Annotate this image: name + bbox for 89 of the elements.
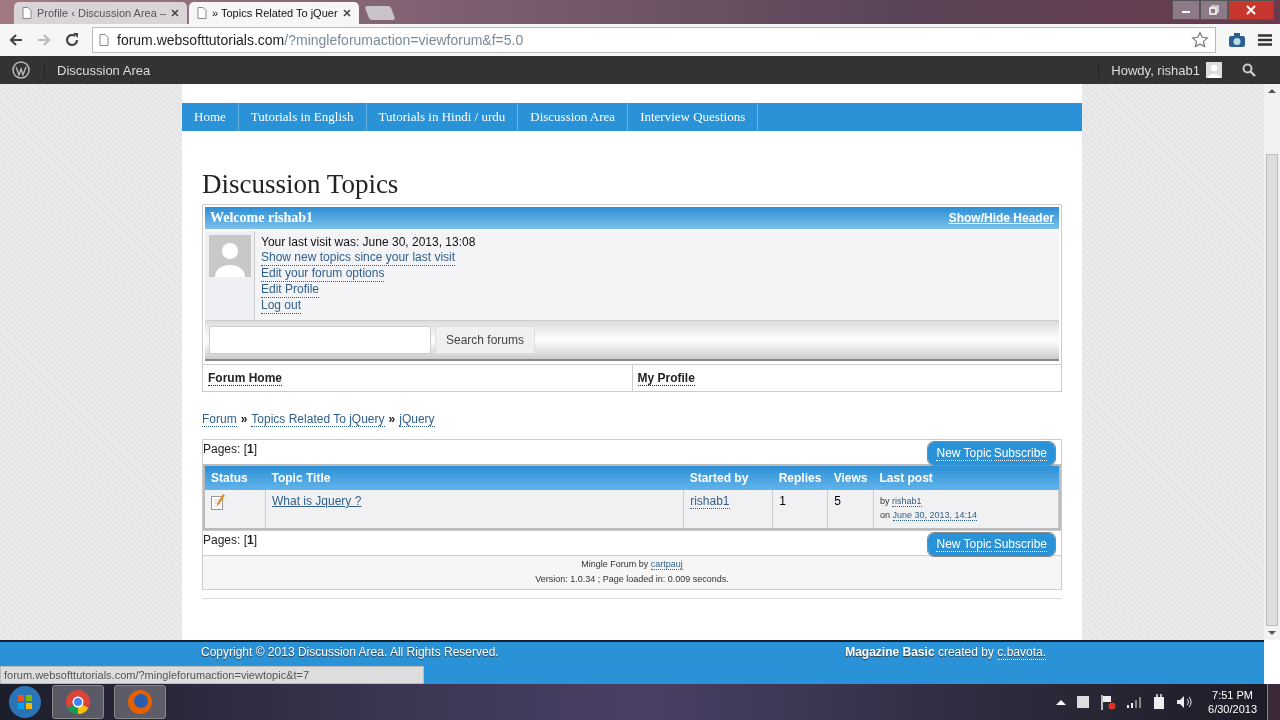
browser-circle-icon <box>65 689 91 715</box>
forum-action-link[interactable]: New Topic <box>936 446 992 461</box>
pages-label: Pages: [1] <box>203 441 258 456</box>
breadcrumb-separator: » <box>388 412 396 426</box>
last-post-date-link[interactable]: June 30, 2013, 14:14 <box>892 510 978 521</box>
theme-name: Magazine Basic <box>845 645 935 659</box>
column-header: Views <box>827 466 874 490</box>
caret-icon[interactable] <box>1056 699 1067 705</box>
search-button[interactable]: Search forums <box>435 326 536 354</box>
last-visit-text: Your last visit was: June 30, 2013, 13:08 <box>261 235 476 250</box>
speaker-icon[interactable] <box>1176 695 1193 709</box>
copyright-text: Copyright © 2013 Discussion Area. All Rights Reserved. <box>201 645 499 659</box>
column-header: Started by <box>683 466 773 490</box>
avatar-icon <box>1206 62 1222 78</box>
close-icon[interactable] <box>342 9 351 17</box>
minimize-button[interactable] <box>1172 0 1200 20</box>
breadcrumb-link[interactable]: Topics Related To jQuery <box>251 412 385 427</box>
column-header: Last post <box>873 466 1059 490</box>
quick-link[interactable]: Forum Home <box>208 371 282 386</box>
signal-icon[interactable] <box>1126 695 1143 709</box>
nav-link[interactable]: Home <box>182 103 239 131</box>
last-post-author-link[interactable]: rishab1 <box>892 496 922 507</box>
restore-button[interactable] <box>1200 0 1228 20</box>
new-tab-button[interactable] <box>364 6 396 20</box>
star-icon[interactable] <box>1191 31 1209 49</box>
restore-icon <box>1209 5 1219 15</box>
show-desktop-button[interactable] <box>1267 684 1280 720</box>
page-icon <box>99 34 109 46</box>
scroll-down-icon[interactable] <box>1268 630 1276 636</box>
clock[interactable]: 7:51 PM 6/30/2013 <box>1208 688 1257 716</box>
menu-icon[interactable] <box>1258 34 1272 46</box>
last-post-label: on <box>880 510 890 520</box>
pages-label: Pages: [1] <box>203 532 258 547</box>
fox-globe-icon <box>127 689 153 715</box>
topic-title-link[interactable]: What is Jquery ? <box>272 494 362 508</box>
close-icon <box>1246 5 1256 15</box>
site-name-link[interactable]: Discussion Area <box>44 62 163 78</box>
camera-icon[interactable] <box>1228 32 1246 48</box>
avatar-icon <box>209 235 251 277</box>
power-plug-icon[interactable] <box>1152 694 1167 710</box>
reload-icon[interactable] <box>64 32 80 48</box>
start-button-icon[interactable] <box>8 685 42 719</box>
address-bar[interactable]: forum.websofttutorials.com/?mingleforumaction=viewforum&f=5.0 <box>92 27 1216 53</box>
scroll-up-icon[interactable] <box>1268 88 1276 94</box>
scrollbar[interactable] <box>1264 84 1280 640</box>
forum-action-link[interactable]: Subscribe <box>993 537 1047 552</box>
close-icon[interactable] <box>171 9 179 17</box>
column-header: Topic Title <box>265 466 684 490</box>
window-icon[interactable] <box>1076 695 1091 709</box>
profile-link[interactable]: Edit Profile <box>261 282 320 298</box>
page-title: Discussion Topics <box>202 169 400 200</box>
wordpress-logo-icon[interactable] <box>12 61 30 79</box>
profile-link[interactable]: Log out <box>261 298 302 314</box>
version-text: Version: 1.0.34 ; Page loaded in: 0.009 seconds. <box>535 573 729 586</box>
browser-tab[interactable]: » Topics Related To jQuer <box>189 2 359 24</box>
back-icon[interactable] <box>8 32 24 48</box>
flag-icon[interactable] <box>1100 694 1117 710</box>
credit-link[interactable]: cartpauj <box>650 559 683 570</box>
quick-link[interactable]: My Profile <box>637 371 695 386</box>
profile-link[interactable]: Edit your forum options <box>261 266 385 282</box>
topic-status-icon <box>211 494 225 510</box>
profile-link[interactable]: Show new topics since your last visit <box>261 250 456 266</box>
nav-link[interactable]: Tutorials in Hindi / urdu <box>366 103 519 131</box>
forum-action-link[interactable]: New Topic <box>936 537 992 552</box>
nav-link[interactable]: Discussion Area <box>518 103 629 131</box>
credit-text: created by <box>937 645 994 659</box>
column-header: Replies <box>772 466 828 490</box>
close-button[interactable] <box>1228 0 1274 20</box>
nav-link[interactable]: Interview Questions <box>628 103 759 131</box>
forum-action-link[interactable]: Subscribe <box>993 446 1047 461</box>
browser-tab[interactable]: Profile ‹ Discussion Area – <box>14 2 187 24</box>
breadcrumb-link[interactable]: Forum <box>202 412 237 427</box>
nav-link[interactable]: Tutorials in English <box>238 103 367 131</box>
page-icon <box>197 7 207 19</box>
author-link[interactable]: rishab1 <box>690 494 730 509</box>
last-post-label: by <box>880 496 890 506</box>
search-field[interactable] <box>209 326 431 354</box>
column-header: Status <box>205 466 266 490</box>
replies-count: 1 <box>779 494 786 508</box>
credit-text: Mingle Forum by <box>581 559 649 569</box>
search-icon[interactable] <box>1242 63 1256 77</box>
page-icon <box>22 7 32 19</box>
taskbar-app-button[interactable] <box>52 685 104 719</box>
welcome-title: Welcome rishab1 <box>210 210 314 226</box>
breadcrumb-separator: » <box>240 412 248 426</box>
theme-author-link[interactable]: c.bavota. <box>997 645 1046 660</box>
status-url-bubble: forum.websofttutorials.com/?mingleforumaction=viewtopic&t=7 <box>0 666 424 684</box>
views-count: 5 <box>834 494 841 508</box>
breadcrumb-link[interactable]: jQuery <box>399 412 435 427</box>
